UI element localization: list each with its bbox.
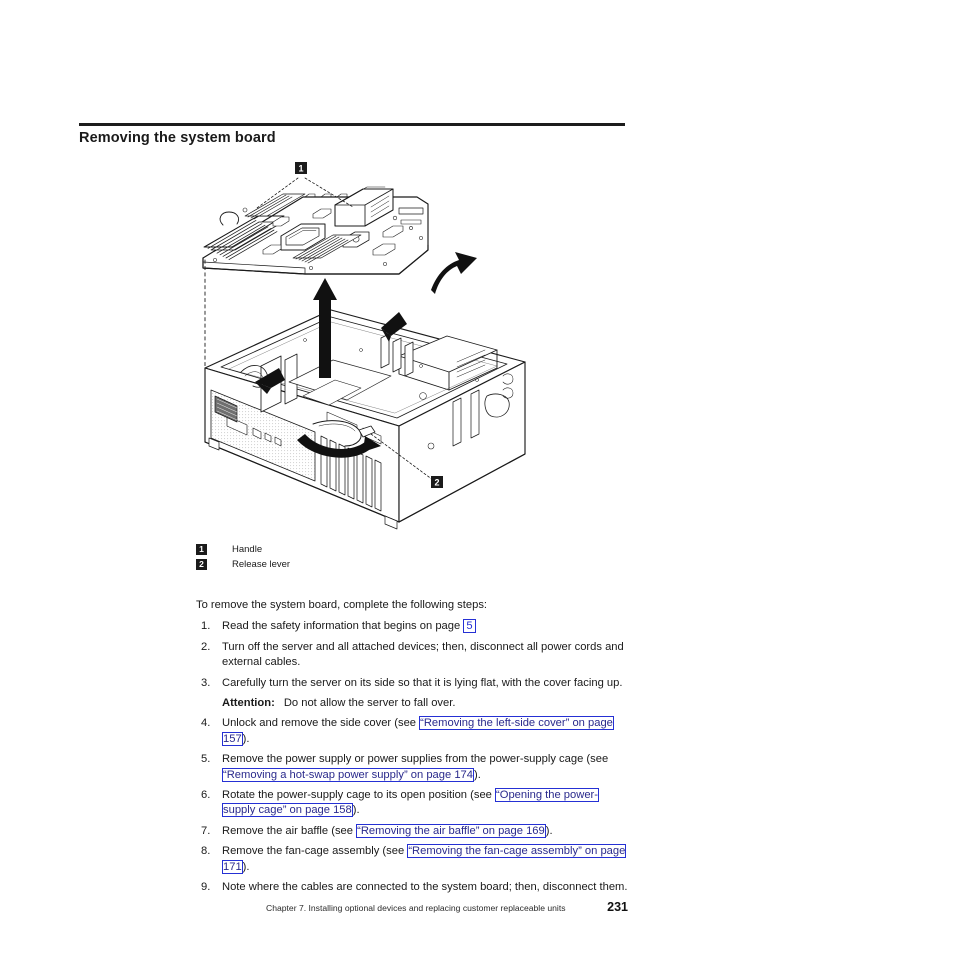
legend-badge-2: 2 xyxy=(196,559,207,570)
page-reference-link[interactable]: 5 xyxy=(463,619,476,634)
procedure-body: To remove the system board, complete the… xyxy=(196,598,628,901)
footer-page-number: 231 xyxy=(607,900,628,914)
step-text: ). xyxy=(474,768,481,781)
procedure-step: 3. Carefully turn the server on its side … xyxy=(196,676,628,691)
page-title: Removing the system board xyxy=(79,130,276,146)
attention-label: Attention: xyxy=(222,697,275,710)
cross-reference-link[interactable]: “Removing a hot-swap power supply” on pa… xyxy=(222,767,474,782)
chassis-drawing xyxy=(204,309,526,530)
procedure-steps: 1. Read the safety information that begin… xyxy=(196,619,628,895)
step-text: Carefully turn the server on its side so… xyxy=(222,676,623,689)
figure-callout-1: 1 xyxy=(295,162,307,174)
attention-note: Attention: Do not allow the server to fal… xyxy=(196,696,628,711)
step-text: ). xyxy=(352,804,360,817)
step-number: 9. xyxy=(201,881,211,894)
step-text: ). xyxy=(545,824,553,837)
procedure-step: 8. Remove the fan-cage assembly (see “Rem… xyxy=(196,844,628,875)
step-number: 5. xyxy=(201,753,211,766)
step-text: Unlock and remove the side cover (see xyxy=(222,717,420,730)
legend-item-handle: 1 Handle xyxy=(196,543,496,556)
step-text: Remove the power supply or power supplie… xyxy=(222,753,609,766)
svg-text:1: 1 xyxy=(298,164,303,174)
step-number: 7. xyxy=(201,824,211,837)
step-text: Rotate the power-supply cage to its open… xyxy=(222,789,496,802)
step-text: Note where the cables are connected to t… xyxy=(222,881,628,894)
system-board-drawing xyxy=(202,186,429,275)
heading-rule xyxy=(79,123,625,126)
system-board-removal-illustration: 1 2 xyxy=(185,150,545,540)
step-text: Read the safety information that begins … xyxy=(222,620,464,633)
step-number: 6. xyxy=(201,789,211,802)
document-page: Removing the system board 1 2 1 Handle 2… xyxy=(0,0,954,954)
page-footer: Chapter 7. Installing optional devices a… xyxy=(266,900,628,914)
step-number: 1. xyxy=(201,620,211,633)
figure-callout-2: 2 xyxy=(431,476,443,488)
legend-item-release-lever: 2 Release lever xyxy=(196,558,496,571)
step-number: 8. xyxy=(201,845,211,858)
step-number: 2. xyxy=(201,640,211,653)
attention-text: Do not allow the server to fall over. xyxy=(283,697,456,710)
procedure-intro: To remove the system board, complete the… xyxy=(196,599,488,611)
procedure-step: 9. Note where the cables are connected to… xyxy=(196,880,628,895)
legend-badge-1: 1 xyxy=(196,544,207,555)
step-number: 3. xyxy=(201,676,211,689)
step-text: Turn off the server and all attached dev… xyxy=(222,640,624,669)
procedure-step: 5. Remove the power supply or power suppl… xyxy=(196,752,628,783)
svg-text:2: 2 xyxy=(434,478,439,488)
legend-label-1: Handle xyxy=(232,544,263,555)
legend-label-2: Release lever xyxy=(232,559,291,570)
step-text: ). xyxy=(242,860,250,873)
step-number: 4. xyxy=(201,717,211,730)
step-text: ). xyxy=(242,732,250,745)
cross-reference-link[interactable]: “Removing the air baffle” on page 169 xyxy=(356,823,546,838)
step-text: Remove the air baffle (see xyxy=(222,824,357,837)
procedure-step: 1. Read the safety information that begin… xyxy=(196,619,628,634)
footer-chapter-text: Chapter 7. Installing optional devices a… xyxy=(266,903,566,913)
figure-legend: 1 Handle 2 Release lever xyxy=(196,543,496,573)
procedure-step: 7. Remove the air baffle (see “Removing t… xyxy=(196,823,628,839)
procedure-step: 2. Turn off the server and all attached d… xyxy=(196,640,628,671)
procedure-step: 4. Unlock and remove the side cover (see … xyxy=(196,716,628,747)
step-text: Remove the fan-cage assembly (see xyxy=(222,845,408,858)
procedure-step: 6. Rotate the power-supply cage to its op… xyxy=(196,788,628,819)
